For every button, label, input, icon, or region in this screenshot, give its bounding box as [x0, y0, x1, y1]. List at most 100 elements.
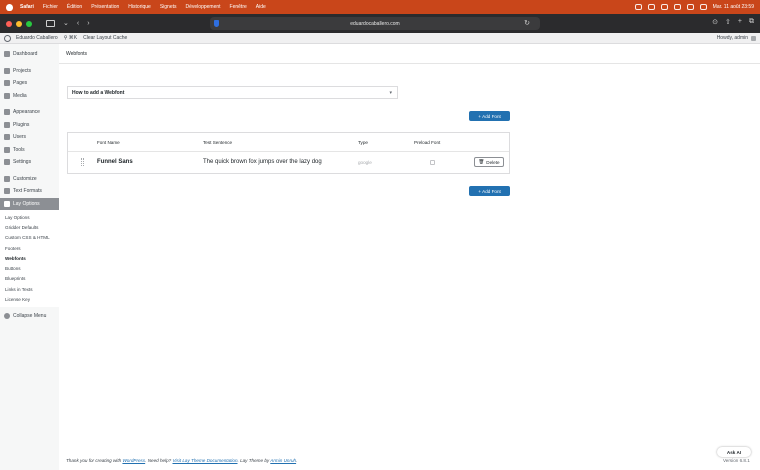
- submenu-footers[interactable]: Footers: [0, 243, 59, 253]
- privacy-shield-icon[interactable]: [214, 20, 219, 27]
- sidebar-item-pages[interactable]: Pages: [0, 77, 59, 90]
- sidebar-toggle-icon[interactable]: [46, 20, 55, 27]
- sidebar-item-lay-options[interactable]: Lay Options: [0, 197, 59, 210]
- submenu-links-in-texts[interactable]: Links in Texts: [0, 284, 59, 294]
- menu-fenetre[interactable]: Fenêtre: [230, 4, 247, 10]
- delete-button[interactable]: 🗑 Delete: [474, 157, 504, 167]
- drag-handle-icon[interactable]: [81, 158, 84, 166]
- customize-icon: [4, 175, 10, 182]
- footer-text: . Need help?: [145, 458, 173, 463]
- minimize-window-button[interactable]: [16, 20, 22, 27]
- share-icon[interactable]: ⇧: [725, 18, 731, 26]
- column-header-type: Type: [358, 140, 368, 145]
- menubar-clock[interactable]: Mar. 11 août 23:59: [713, 4, 754, 10]
- collapse-menu-button[interactable]: Collapse Menu: [0, 310, 59, 323]
- test-sentence-cell: The quick brown fox jumps over the lazy …: [203, 159, 322, 165]
- lay-theme-docs-link[interactable]: Visit Lay Theme Documentation: [172, 458, 237, 463]
- footer-text: . Lay Theme by: [237, 458, 271, 463]
- clear-layout-cache-button[interactable]: Clear Layout Cache: [83, 35, 127, 41]
- preload-font-checkbox[interactable]: [430, 160, 435, 165]
- address-bar[interactable]: eduardocaballero.com ↻: [210, 17, 540, 30]
- sidebar-item-label: Plugins: [13, 121, 30, 128]
- sidebar-item-text-formats[interactable]: Text Formats: [0, 185, 59, 198]
- page-title: Webfonts: [59, 44, 760, 64]
- wordpress-link[interactable]: WordPress: [122, 458, 145, 463]
- column-header-font-name: Font Name: [97, 140, 120, 145]
- close-window-button[interactable]: [6, 20, 12, 27]
- menu-aide[interactable]: Aide: [256, 4, 266, 10]
- wifi-icon[interactable]: [660, 4, 668, 10]
- back-icon[interactable]: ‹: [77, 20, 79, 27]
- sidebar-item-customize[interactable]: Customize: [0, 173, 59, 186]
- forward-icon[interactable]: ›: [87, 20, 89, 27]
- sidebar-item-label: Projects: [13, 67, 32, 74]
- search-icon[interactable]: [686, 4, 694, 10]
- settings-icon: [4, 159, 10, 166]
- sidebar-item-label: Text Formats: [13, 188, 42, 195]
- wordpress-logo-icon[interactable]: [4, 34, 11, 42]
- text-formats-icon: [4, 188, 10, 195]
- add-font-button[interactable]: + Add Font: [469, 111, 510, 121]
- how-to-add-webfont-dropdown[interactable]: How to add a Webfont ▾: [67, 86, 398, 99]
- armin-unruh-link[interactable]: Armin Unruh: [270, 458, 296, 463]
- font-type-cell: google: [358, 160, 372, 165]
- sidebar-item-label: Lay Options: [13, 200, 40, 207]
- ask-ai-button[interactable]: Ask AI: [717, 447, 751, 457]
- menu-app-safari[interactable]: Safari: [20, 4, 34, 10]
- add-font-label: Add Font: [482, 113, 501, 119]
- delete-label: Delete: [486, 159, 500, 165]
- admin-footer: Thank you for creating with WordPress. N…: [66, 458, 297, 463]
- toolbar-right-buttons: ⊙ ⇧ + ⧉: [712, 18, 754, 26]
- chevron-down-icon[interactable]: ⌄: [63, 20, 69, 27]
- menu-developpement[interactable]: Développement: [186, 4, 221, 10]
- submenu-webfonts[interactable]: Webfonts: [0, 253, 59, 263]
- safari-toolbar: ⌄ ‹ › eduardocaballero.com ↻ ⊙ ⇧ + ⧉: [0, 14, 760, 33]
- collapse-icon: [4, 312, 10, 319]
- submenu-lay-options[interactable]: Lay Options: [0, 212, 59, 222]
- add-font-button-bottom[interactable]: + Add Font: [469, 186, 510, 196]
- sidebar-item-dashboard[interactable]: Dashboard: [0, 48, 59, 61]
- menu-signets[interactable]: Signets: [160, 4, 177, 10]
- status-icon[interactable]: [634, 4, 642, 10]
- dashboard-icon: [4, 51, 10, 58]
- menu-historique[interactable]: Historique: [128, 4, 151, 10]
- sidebar-item-appearance[interactable]: Appearance: [0, 106, 59, 119]
- tab-overview-icon[interactable]: ⧉: [749, 18, 754, 26]
- submenu-buttons[interactable]: Buttons: [0, 263, 59, 273]
- media-icon: [4, 92, 10, 99]
- reload-icon[interactable]: ↻: [524, 19, 530, 27]
- column-header-test-sentence: Test Sentence: [203, 140, 233, 145]
- sidebar-item-plugins[interactable]: Plugins: [0, 119, 59, 132]
- new-tab-icon[interactable]: +: [738, 18, 742, 26]
- submenu-gridder-defaults[interactable]: Gridder Defaults: [0, 222, 59, 232]
- pages-icon: [4, 80, 10, 87]
- column-header-preload-font: Preload Font: [414, 140, 441, 145]
- address-url[interactable]: eduardocaballero.com: [350, 21, 399, 27]
- site-name-link[interactable]: Eduardo Caballero: [16, 35, 58, 41]
- submenu-custom-css-html[interactable]: Custom CSS & HTML: [0, 233, 59, 243]
- sidebar-item-tools[interactable]: Tools: [0, 144, 59, 157]
- submenu-blueprints[interactable]: Blueprints: [0, 274, 59, 284]
- zoom-window-button[interactable]: [26, 20, 32, 27]
- sidebar-item-users[interactable]: Users: [0, 131, 59, 144]
- status-icon[interactable]: [647, 4, 655, 10]
- command-palette-button[interactable]: ⚲ ⌘K: [64, 35, 77, 41]
- menu-edition[interactable]: Édition: [67, 4, 82, 10]
- sidebar-item-media[interactable]: Media: [0, 90, 59, 103]
- control-center-icon[interactable]: [699, 4, 707, 10]
- sidebar-item-projects[interactable]: Projects: [0, 65, 59, 78]
- menu-fichier[interactable]: Fichier: [43, 4, 58, 10]
- projects-icon: [4, 67, 10, 74]
- gear-icon: [4, 200, 10, 207]
- account-menu[interactable]: Howdy, admin: [717, 35, 756, 41]
- menu-presentation[interactable]: Présentation: [91, 4, 119, 10]
- admin-sidebar: Dashboard Projects Pages Media Appearanc…: [0, 44, 59, 470]
- apple-icon[interactable]: [6, 3, 13, 11]
- battery-icon[interactable]: [673, 4, 681, 10]
- download-icon[interactable]: ⊙: [712, 18, 718, 26]
- sidebar-item-label: Customize: [13, 175, 37, 182]
- sidebar-item-settings[interactable]: Settings: [0, 156, 59, 169]
- sidebar-item-label: Users: [13, 134, 27, 141]
- submenu-license-key[interactable]: License Key: [0, 294, 59, 304]
- trash-icon: 🗑: [478, 159, 485, 164]
